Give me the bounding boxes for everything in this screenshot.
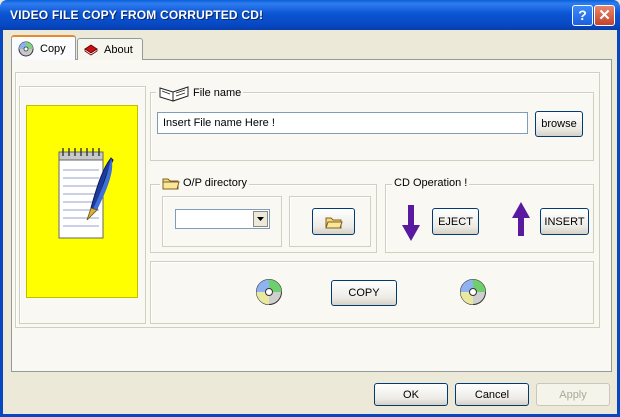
tab-about-label: About bbox=[104, 43, 133, 56]
notepad-image bbox=[26, 105, 138, 298]
window-title: VIDEO FILE COPY FROM CORRUPTED CD! bbox=[10, 8, 264, 22]
op-dropdown-arrow[interactable] bbox=[253, 211, 268, 227]
close-button[interactable]: ✕ bbox=[594, 5, 615, 26]
tab-copy-label: Copy bbox=[40, 42, 66, 55]
file-name-input[interactable]: Insert File name Here ! bbox=[157, 112, 528, 134]
insert-button[interactable]: INSERT bbox=[540, 208, 589, 235]
down-arrow-icon bbox=[402, 205, 420, 241]
open-book-icon bbox=[159, 86, 189, 102]
up-arrow-icon bbox=[512, 202, 530, 236]
tab-about[interactable]: About bbox=[77, 38, 143, 60]
file-name-legend-label: File name bbox=[193, 87, 242, 99]
apply-button: Apply bbox=[536, 383, 610, 406]
ok-button[interactable]: OK bbox=[374, 383, 448, 406]
folder-icon bbox=[162, 178, 180, 190]
help-button[interactable]: ? bbox=[572, 5, 593, 26]
cancel-button[interactable]: Cancel bbox=[455, 383, 529, 406]
cd-icon bbox=[18, 41, 34, 56]
cd-operation-legend-label: CD Operation ! bbox=[394, 177, 468, 189]
copy-button[interactable]: COPY bbox=[331, 280, 397, 306]
chevron-down-icon bbox=[257, 217, 264, 221]
browse-button[interactable]: browse bbox=[535, 111, 583, 137]
op-directory-legend-label: O/P directory bbox=[183, 177, 247, 189]
eject-button[interactable]: EJECT bbox=[432, 208, 479, 235]
cd-icon bbox=[460, 279, 486, 305]
op-directory-select[interactable] bbox=[175, 209, 270, 229]
open-folder-icon bbox=[324, 217, 343, 228]
file-name-legend: File name bbox=[156, 84, 244, 102]
cd-icon bbox=[256, 279, 282, 305]
tab-copy[interactable]: Copy bbox=[11, 35, 76, 60]
choose-folder-button[interactable] bbox=[312, 208, 355, 235]
red-book-icon bbox=[84, 44, 98, 55]
cd-operation-legend: CD Operation ! bbox=[392, 177, 470, 189]
notepad-quill-icon bbox=[58, 148, 114, 239]
file-name-input-value: Insert File name Here ! bbox=[163, 117, 275, 129]
op-directory-legend: O/P directory bbox=[160, 176, 249, 190]
